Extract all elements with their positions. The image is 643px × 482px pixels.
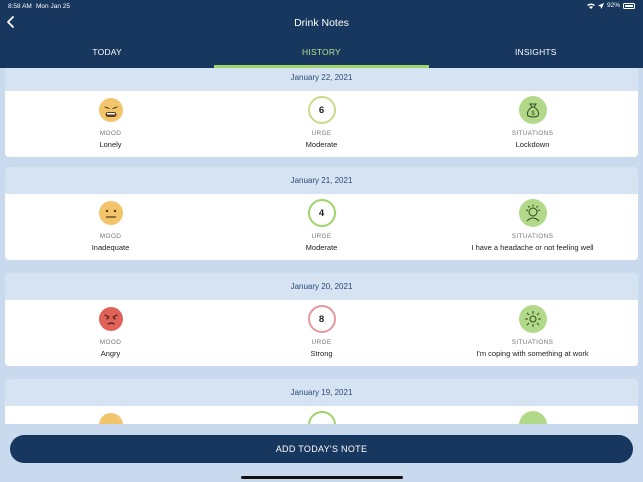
neutral-face-icon [98,201,123,225]
mood-label: MOOD [99,130,122,137]
entry-date: January 20, 2021 [5,273,638,300]
situation-badge [518,199,547,227]
mood-label: MOOD [99,339,122,346]
urge-score: 8 [307,305,336,333]
mood-column: MOOD Inadequate [5,194,216,260]
situations-label: SITUATIONS [511,339,554,346]
situations-column: $ SITUATIONS Lockdown [427,91,638,157]
mood-value: Inadequate [91,243,130,252]
history-card[interactable]: January 22, 2021 MOOD Lonely 6 URGE Mode… [5,68,638,157]
tab-bar: TODAY HISTORY INSIGHTS [0,40,643,68]
entry-date: January 22, 2021 [5,68,638,91]
status-date: Mon Jan 25 [36,3,70,10]
urge-value: Moderate [305,243,338,252]
situations-label: SITUATIONS [511,233,554,240]
situations-column [427,406,638,424]
mood-value: Lonely [99,140,122,149]
mood-label: MOOD [99,233,122,240]
situation-icon [518,411,547,424]
situations-column: SITUATIONS I'm coping with something at … [427,300,638,366]
urge-column: 6 URGE Moderate [216,91,427,157]
history-card[interactable]: January 20, 2021 MOOD Angry 8 URGE Stron… [5,273,638,366]
sad-face-icon [98,98,123,122]
home-indicator[interactable] [241,476,403,479]
top-bar: 8:58 AM Mon Jan 25 92% Drink Notes TODAY… [0,0,643,68]
situation-badge: $ [518,96,547,124]
money-bag-icon: $ [526,103,539,118]
entry-body: MOOD Lonely 6 URGE Moderate $ SITUATIONS… [5,91,638,157]
bottom-bar: ADD TODAY'S NOTE [0,424,643,482]
mood-column: MOOD Angry [5,300,216,366]
situations-label: SITUATIONS [511,130,554,137]
urge-value: Strong [310,349,333,358]
battery-percent: 92% [606,2,620,9]
work-stress-icon [524,311,541,327]
situation-value: I have a headache or not feeling well [471,243,594,252]
battery-icon [623,2,635,9]
entry-date: January 21, 2021 [5,167,638,194]
situations-column: SITUATIONS I have a headache or not feel… [427,194,638,260]
urge-label: URGE [311,130,332,137]
urge-column [216,406,427,424]
history-list[interactable]: January 22, 2021 MOOD Lonely 6 URGE Mode… [0,68,643,424]
tab-history[interactable]: HISTORY [214,40,429,68]
entry-body [5,406,638,424]
angry-face-icon [98,307,123,331]
urge-score [307,411,336,424]
urge-label: URGE [311,233,332,240]
entry-body: MOOD Inadequate 4 URGE Moderate SITUATIO… [5,194,638,260]
situation-value: I'm coping with something at work [476,349,589,358]
headache-icon [525,204,540,222]
entry-date: January 19, 2021 [5,379,638,406]
mood-value: Angry [100,349,121,358]
status-bar: 8:58 AM Mon Jan 25 92% [8,2,635,14]
urge-column: 4 URGE Moderate [216,194,427,260]
tab-today[interactable]: TODAY [0,40,214,68]
urge-column: 8 URGE Strong [216,300,427,366]
situation-badge [518,305,547,333]
status-time: 8:58 AM [8,3,32,10]
history-card[interactable]: January 21, 2021 MOOD Inadequate 4 URGE … [5,167,638,260]
page-title: Drink Notes [294,17,349,29]
status-right: 92% [586,2,635,9]
mood-column: MOOD Lonely [5,91,216,157]
neutral-face-icon [98,413,123,424]
situation-value: Lockdown [515,140,550,149]
urge-value: Moderate [305,140,338,149]
svg-text:$: $ [531,111,535,117]
location-icon [597,2,604,9]
urge-label: URGE [311,339,332,346]
urge-score: 6 [307,96,336,124]
entry-body: MOOD Angry 8 URGE Strong SITUATIONS I'm … [5,300,638,366]
mood-column [5,406,216,424]
urge-score: 4 [307,199,336,227]
add-todays-note-button[interactable]: ADD TODAY'S NOTE [10,435,633,463]
wifi-icon [586,3,595,9]
tab-insights[interactable]: INSIGHTS [429,40,643,68]
history-card[interactable]: January 19, 2021 [5,379,638,424]
